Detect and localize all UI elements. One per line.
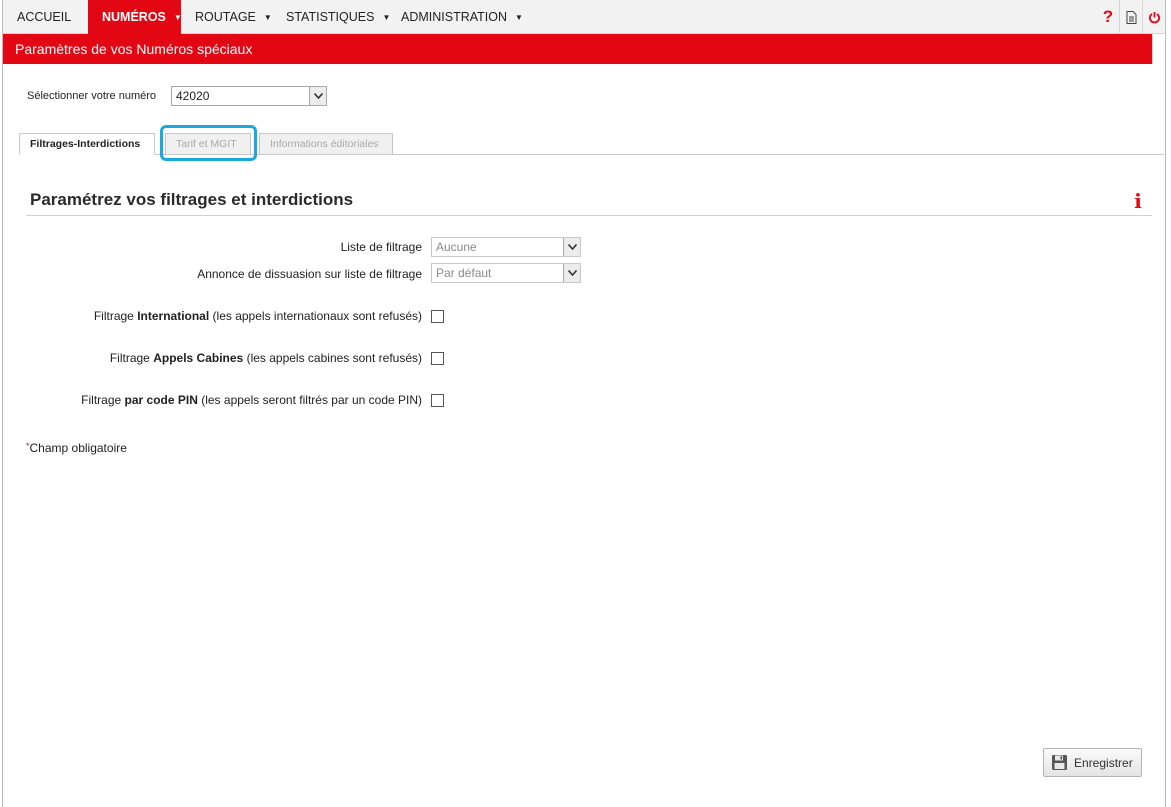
nav-item-label: ADMINISTRATION	[401, 10, 508, 24]
label-text: (les appels seront filtrés par un code P…	[197, 393, 422, 407]
section-title: Paramétrez vos filtrages et interdiction…	[30, 190, 354, 209]
label-bold-text: Appels Cabines	[153, 351, 244, 365]
help-icon[interactable]: ?	[1097, 0, 1119, 34]
chevron-down-icon	[563, 264, 580, 282]
dissuasion-select[interactable]: Par défaut	[431, 263, 581, 283]
nav-item-routage[interactable]: ROUTAGE ▼	[181, 0, 272, 34]
cabins-filter-label: Filtrage Appels Cabines (les appels cabi…	[110, 351, 422, 365]
filter-list-label: Liste de filtrage	[340, 240, 422, 254]
filter-list-value: Aucune	[436, 240, 477, 254]
chevron-down-icon	[309, 87, 326, 105]
number-select[interactable]: 42020	[171, 86, 327, 106]
label-bold-text: par code PIN	[124, 393, 198, 407]
label-text: (les appels internationaux sont refusés)	[209, 309, 422, 323]
nav-item-label: NUMÉROS	[102, 10, 166, 24]
dissuasion-label: Annonce de dissuasion sur liste de filtr…	[197, 267, 422, 281]
nav-item-administration[interactable]: ADMINISTRATION ▼	[387, 0, 523, 34]
pin-filter-checkbox[interactable]	[431, 394, 444, 407]
app-frame: ACCUEIL NUMÉROS ▼ ROUTAGE ▼ STATISTIQUES ▼ …	[2, 0, 1166, 807]
caret-down-icon: ▼	[263, 13, 272, 22]
chevron-down-icon	[563, 238, 580, 256]
nav-item-numeros[interactable]: NUMÉROS ▼	[88, 0, 182, 34]
international-filter-checkbox[interactable]	[431, 310, 444, 323]
page-title: Paramètres de vos Numéros spéciaux	[3, 34, 1165, 64]
number-select-label: Sélectionner votre numéro	[27, 90, 157, 102]
top-nav: ACCUEIL NUMÉROS ▼ ROUTAGE ▼ STATISTIQUES ▼ …	[3, 0, 1165, 34]
info-icon[interactable]: i	[1131, 191, 1145, 211]
caret-down-icon: ▼	[515, 13, 523, 22]
section-divider	[26, 215, 1152, 216]
number-select-value: 42020	[176, 89, 210, 103]
save-button[interactable]: Enregistrer	[1043, 748, 1142, 777]
pin-filter-label: Filtrage par code PIN (les appels seront…	[81, 393, 422, 407]
scrollbar[interactable]	[1152, 34, 1165, 64]
label-text: (les appels cabines sont refusés)	[243, 351, 422, 365]
label-text: Filtrage	[81, 393, 125, 407]
document-icon[interactable]	[1119, 0, 1142, 34]
label-text: Filtrage	[93, 309, 138, 323]
nav-item-accueil[interactable]: ACCUEIL	[3, 0, 88, 34]
tab-filtrages-interdictions[interactable]: Filtrages-Interdictions	[19, 133, 155, 155]
tab-informations-editoriales[interactable]: Informations éditoriales	[259, 133, 393, 155]
nav-item-statistiques[interactable]: STATISTIQUES ▼	[272, 0, 390, 34]
floppy-disk-icon	[1052, 755, 1067, 770]
nav-item-label: ROUTAGE	[195, 10, 256, 24]
nav-item-label: STATISTIQUES	[286, 10, 375, 24]
label-text: Filtrage	[109, 351, 154, 365]
required-note-text: Champ obligatoire	[29, 441, 127, 455]
required-field-note: *Champ obligatoire	[26, 441, 127, 455]
power-icon[interactable]	[1142, 0, 1165, 34]
cabins-filter-checkbox[interactable]	[431, 352, 444, 365]
nav-icon-group: ?	[1097, 0, 1165, 34]
international-filter-label: Filtrage International (les appels inter…	[94, 309, 422, 323]
filter-list-select[interactable]: Aucune	[431, 237, 581, 257]
tab-highlight-outline	[160, 125, 257, 161]
dissuasion-value: Par défaut	[436, 266, 492, 280]
save-button-label: Enregistrer	[1074, 755, 1133, 770]
label-bold-text: International	[137, 309, 210, 323]
nav-item-label: ACCUEIL	[17, 10, 72, 24]
